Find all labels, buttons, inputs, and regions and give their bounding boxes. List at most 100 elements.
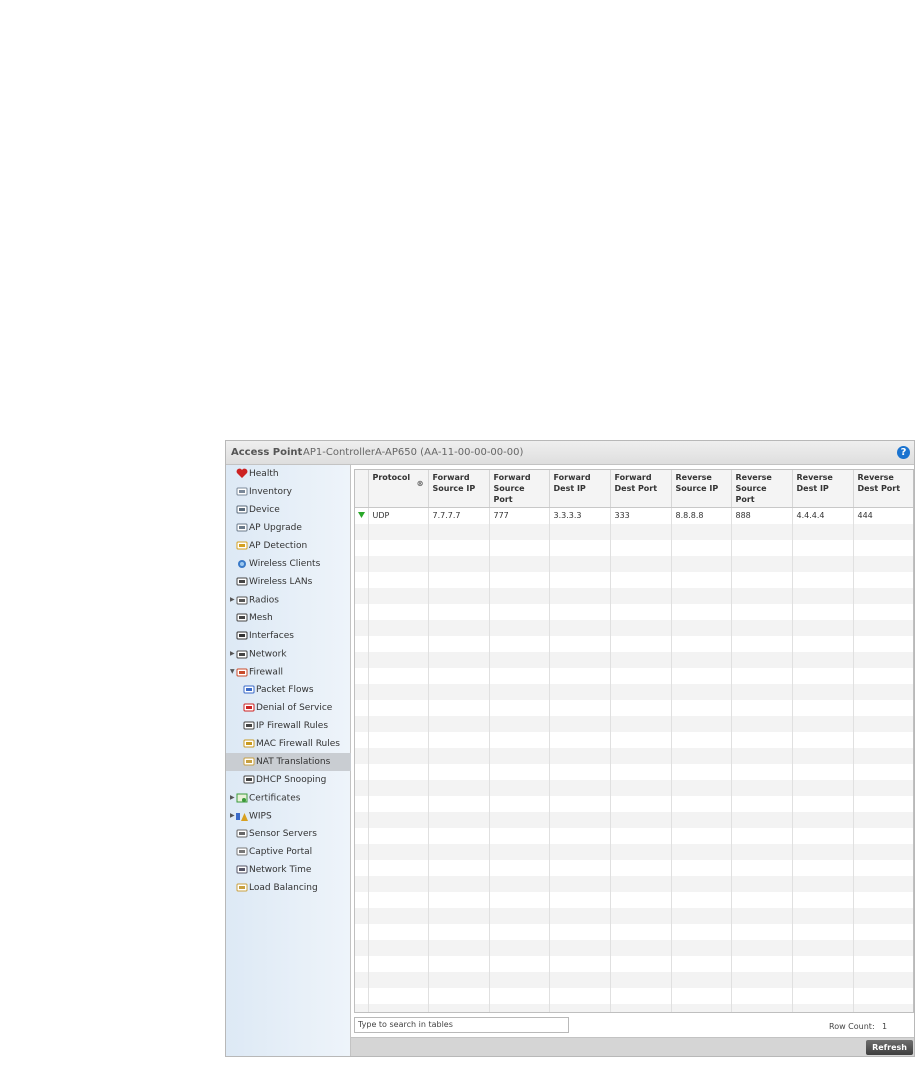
table-cell [792,875,854,892]
table-cell [489,923,550,940]
table-cell: 7.7.7.7 [428,507,490,524]
table-cell [355,763,369,780]
column-header[interactable]: Reverse Source IP [671,470,732,508]
column-header[interactable] [355,470,369,508]
table-cell [610,875,672,892]
column-header[interactable]: Reverse Dest IP [792,470,854,508]
sidebar-item-health[interactable]: Health [226,465,279,483]
table-cell [731,747,793,764]
table-cell [368,715,429,732]
column-header[interactable]: Forward Dest IP [549,470,611,508]
table-cell [610,971,672,988]
sidebar-item-dhcp-snooping[interactable]: DHCP Snooping [226,771,326,789]
table-cell [428,747,490,764]
table-row[interactable]: UDP 7.7.7.7 777 3.3.3.3 333 8.8.8.8 888 4.4.4.4… [355,507,913,524]
table-cell [671,1003,732,1012]
device-icon [236,504,248,515]
sidebar-item-certificates[interactable]: ▶ Certificates [226,789,300,807]
content-area: Protocol ⊗ Forward Source IP Forward Source… [351,465,914,1056]
sidebar-item-label: Certificates [249,793,301,804]
table-cell [368,907,429,924]
table-cell [792,891,854,908]
table-cell [489,939,550,956]
table-cell [549,907,611,924]
table-cell [489,699,550,716]
sidebar-item-sensor-servers[interactable]: Sensor Servers [226,825,317,843]
table-cell: UDP [368,507,429,524]
sidebar-item-captive-portal[interactable]: Captive Portal [226,843,312,861]
table-cell: 4.4.4.4 [792,507,854,524]
table-cell [549,699,611,716]
sidebar-item-wireless-clients[interactable]: Wireless Clients [226,555,320,573]
refresh-button[interactable]: Refresh [866,1040,913,1055]
table-cell [489,955,550,972]
sidebar-item-nat-translations[interactable]: NAT Translations [226,753,368,771]
table-cell [792,859,854,876]
sidebar-item-inventory[interactable]: Inventory [226,483,292,501]
sidebar-item-label: NAT Translations [256,757,331,767]
column-header[interactable]: Reverse Source Port [731,470,793,508]
sidebar-item-label: Interfaces [249,631,294,641]
table-cell [489,523,550,540]
column-header[interactable]: Forward Source IP [428,470,490,508]
table-cell [428,667,490,684]
table-cell [671,971,732,988]
table-cell [428,891,490,908]
table-cell [428,779,490,796]
sidebar-item-ap-detection[interactable]: AP Detection [226,537,307,555]
search-input[interactable]: Type to search in tables [354,1017,569,1033]
sidebar-item-wips[interactable]: ▶ WIPS [226,807,272,825]
table-cell [355,699,369,716]
sidebar-item-interfaces[interactable]: Interfaces [226,627,294,645]
sidebar-item-denial-of-service[interactable]: Denial of Service [226,699,332,717]
sidebar-item-radios[interactable]: ▶ Radios [226,591,279,609]
table-cell [792,827,854,844]
sidebar-item-ap-upgrade[interactable]: AP Upgrade [226,519,302,537]
sidebar-item-ip-firewall-rules[interactable]: IP Firewall Rules [226,717,328,735]
sidebar-item-mesh[interactable]: Mesh [226,609,273,627]
ap-upgrade-icon [236,522,248,533]
table-cell [489,667,550,684]
column-header[interactable]: Forward Source Port [489,470,550,508]
column-header[interactable]: Reverse Dest Port [853,470,913,508]
sidebar-item-packet-flows[interactable]: Packet Flows [226,681,314,699]
table-cell [792,795,854,812]
sidebar-item-firewall[interactable]: ▼ Firewall [226,663,283,681]
table-cell [355,667,369,684]
table-cell [355,875,369,892]
table-cell [731,603,793,620]
table-cell [610,635,672,652]
sidebar-item-device[interactable]: Device [226,501,280,519]
table-cell [671,859,732,876]
table-cell [355,635,369,652]
sidebar-item-network[interactable]: ▶ Network [226,645,287,663]
table-cell [355,651,369,668]
table-cell [549,571,611,588]
help-icon[interactable]: ? [897,446,910,459]
table-cell [489,731,550,748]
sidebar-item-mac-firewall-rules[interactable]: MAC Firewall Rules [226,735,340,753]
table-cell [671,875,732,892]
sort-icon[interactable]: ⊗ [417,478,424,489]
column-header[interactable]: Forward Dest Port [610,470,672,508]
table-cell [355,939,369,956]
sidebar-item-network-time[interactable]: Network Time [226,861,311,879]
firewall-icon [236,667,248,678]
table-cell [368,523,429,540]
sidebar-item-label: Firewall [249,667,283,678]
table-cell [355,907,369,924]
table-cell [428,539,490,556]
table-cell [549,555,611,572]
table-header-row: Protocol ⊗ Forward Source IP Forward Source… [355,470,913,508]
table-cell [792,843,854,860]
table-cell [610,843,672,860]
sidebar-item-label: Denial of Service [256,703,333,713]
column-header[interactable]: Protocol ⊗ [368,470,429,508]
panel-footer: Refresh [351,1037,914,1056]
sidebar-item-wireless-lans[interactable]: Wireless LANs [226,573,312,591]
table-cell [671,955,732,972]
sidebar-item-load-balancing[interactable]: Load Balancing [226,879,318,897]
table-cell [731,795,793,812]
table-cell [549,875,611,892]
table-cell [853,523,913,540]
